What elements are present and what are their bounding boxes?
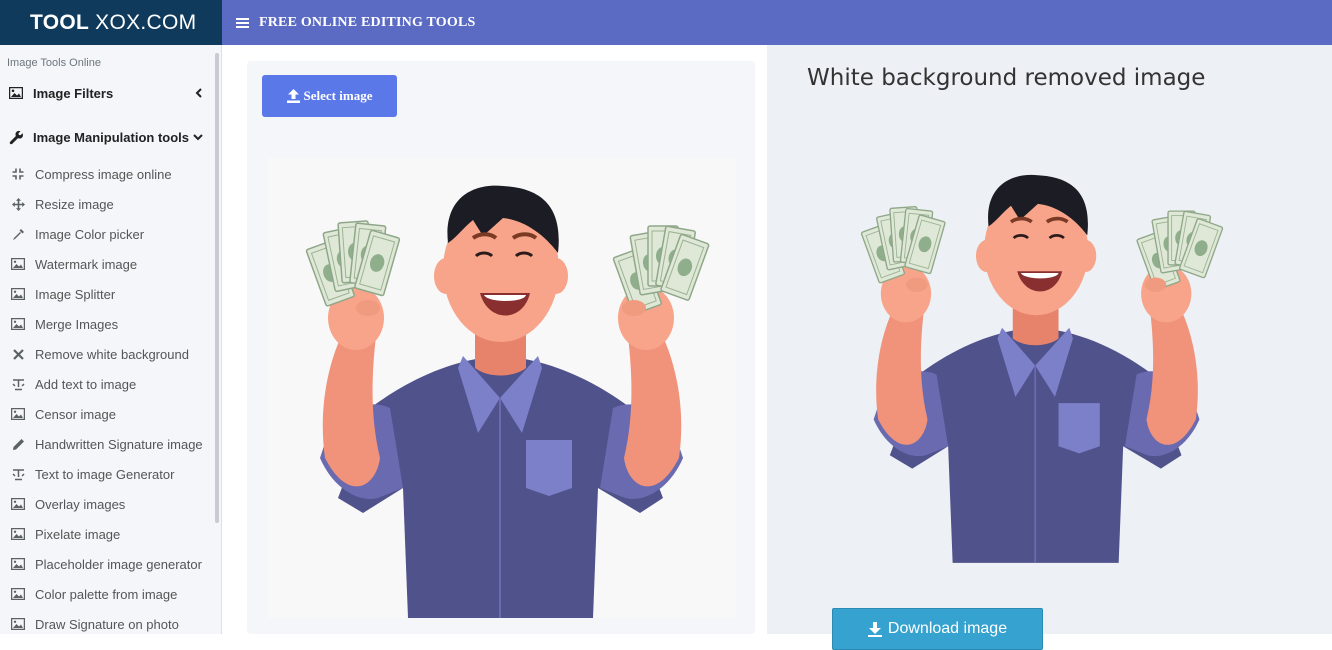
sidebar-item-censor[interactable]: Censor image [0, 399, 221, 429]
sidebar-item-label: Censor image [35, 406, 116, 422]
image-icon [10, 587, 26, 601]
sidebar-item-resize[interactable]: Resize image [0, 189, 221, 219]
sidebar-item-label: Handwritten Signature image [35, 436, 203, 452]
sidebar-item-merge[interactable]: Merge Images [0, 309, 221, 339]
text-icon [10, 467, 26, 481]
sidebar-item-remove-white-bg[interactable]: Remove white background [0, 339, 221, 369]
image-icon [10, 617, 26, 631]
sidebar: Image Tools Online Image Filters Image M… [0, 45, 222, 634]
man-with-money-illustration [860, 174, 1224, 563]
select-image-button[interactable]: Select image [262, 75, 397, 117]
site-logo[interactable]: TOOL XOX.COM [0, 0, 222, 45]
sidebar-item-overlay[interactable]: Overlay images [0, 489, 221, 519]
sidebar-item-placeholder[interactable]: Placeholder image generator [0, 549, 221, 579]
upload-panel: Select image [222, 45, 767, 634]
sidebar-item-label: Image Splitter [35, 286, 116, 302]
sidebar-section-label: Image Filters [33, 85, 114, 101]
result-panel: White background removed image Download … [767, 45, 1332, 650]
sidebar-item-compress[interactable]: Compress image online [0, 159, 221, 189]
topbar-title[interactable]: FREE ONLINE EDITING TOOLS [259, 15, 476, 31]
sidebar-item-watermark[interactable]: Watermark image [0, 249, 221, 279]
logo-rest: XOX.COM [95, 10, 197, 34]
close-icon [10, 347, 26, 361]
upload-icon [286, 89, 300, 103]
upload-card: Select image [247, 61, 755, 634]
image-icon [10, 527, 26, 541]
sidebar-item-label: Compress image online [35, 166, 172, 182]
logo-bold: TOOL [30, 10, 90, 34]
sidebar-item-pixelate[interactable]: Pixelate image [0, 519, 221, 549]
chevron-down-icon [193, 132, 203, 142]
move-icon [10, 197, 26, 211]
sidebar-section-image-manipulation[interactable]: Image Manipulation tools [0, 115, 221, 159]
sidebar-scrollbar[interactable] [215, 53, 219, 523]
sidebar-item-label: Placeholder image generator [35, 556, 202, 572]
sidebar-item-handwritten-signature[interactable]: Handwritten Signature image [0, 429, 221, 459]
sidebar-item-label: Remove white background [35, 346, 189, 362]
chevron-left-icon [193, 88, 203, 98]
sidebar-item-color-picker[interactable]: Image Color picker [0, 219, 221, 249]
top-navbar: FREE ONLINE EDITING TOOLS [222, 0, 1332, 45]
sidebar-item-label: Overlay images [35, 496, 126, 512]
image-icon [10, 287, 26, 301]
sidebar-item-label: Text to image Generator [35, 466, 175, 482]
wrench-icon [9, 130, 25, 144]
image-icon [10, 557, 26, 571]
sidebar-item-label: Merge Images [35, 316, 119, 332]
eyedropper-icon [10, 227, 26, 241]
sidebar-section-label: Image Manipulation tools [33, 129, 190, 145]
result-title: White background removed image [807, 65, 1206, 91]
download-image-button[interactable]: Download image [832, 608, 1043, 650]
result-image [827, 135, 1247, 578]
image-icon [10, 317, 26, 331]
image-icon [10, 257, 26, 271]
sidebar-item-text-to-image[interactable]: Text to image Generator [0, 459, 221, 489]
sidebar-item-draw-signature[interactable]: Draw Signature on photo [0, 609, 221, 634]
sidebar-item-label: Add text to image [35, 376, 137, 392]
sidebar-item-add-text[interactable]: Add text to image [0, 369, 221, 399]
sidebar-item-label: Image Color picker [35, 226, 145, 242]
sidebar-item-label: Color palette from image [35, 586, 178, 602]
compress-icon [10, 167, 26, 181]
image-icon [10, 497, 26, 511]
man-with-money-illustration [305, 185, 710, 618]
original-image [268, 158, 736, 618]
sidebar-header: Image Tools Online [7, 57, 101, 69]
select-image-label: Select image [303, 88, 373, 103]
sidebar-item-splitter[interactable]: Image Splitter [0, 279, 221, 309]
image-icon [10, 407, 26, 421]
download-icon [867, 621, 882, 637]
sidebar-section-image-filters[interactable]: Image Filters [0, 71, 221, 115]
image-icon [9, 86, 25, 100]
hamburger-icon[interactable] [236, 17, 249, 28]
sidebar-item-color-palette[interactable]: Color palette from image [0, 579, 221, 609]
pencil-icon [10, 437, 26, 451]
download-image-label: Download image [887, 620, 1008, 637]
text-icon [10, 377, 26, 391]
sidebar-item-label: Draw Signature on photo [35, 616, 179, 632]
sidebar-item-label: Pixelate image [35, 526, 121, 542]
sidebar-item-label: Watermark image [35, 256, 138, 272]
sidebar-item-label: Resize image [35, 196, 114, 212]
